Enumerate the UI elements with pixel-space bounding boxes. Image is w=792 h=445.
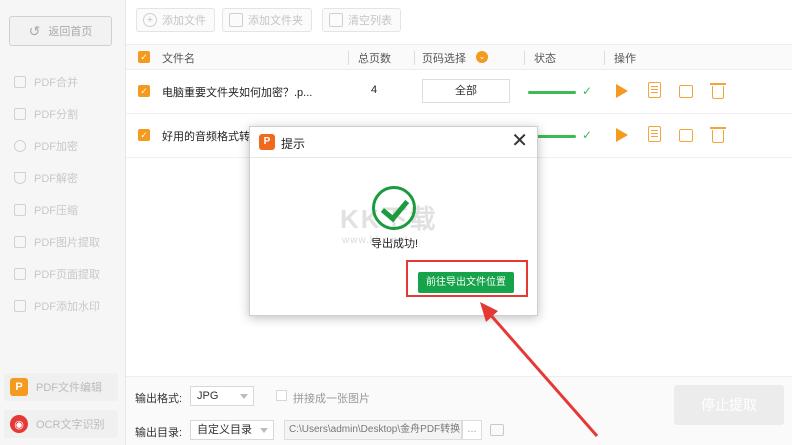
annotation-arrow [480, 302, 599, 437]
